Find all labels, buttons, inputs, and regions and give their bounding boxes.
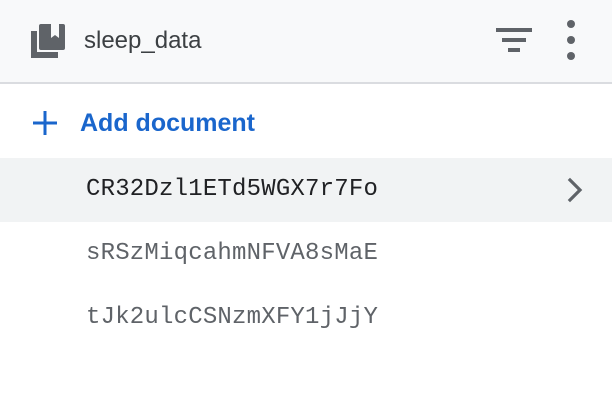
collection-icon — [31, 24, 65, 58]
document-id: CR32Dzl1ETd5WGX7r7Fo — [86, 176, 379, 203]
add-document-label: Add document — [80, 109, 255, 137]
filter-button[interactable] — [492, 20, 536, 60]
more-options-button[interactable] — [556, 18, 586, 62]
collection-panel: sleep_data Add document CR32Dzl1ETd5WGX7… — [0, 0, 612, 408]
document-list: CR32Dzl1ETd5WGX7r7Fo sRSzMiqcahmNFVA8sMa… — [0, 158, 612, 350]
add-document-button[interactable]: Add document — [0, 96, 612, 150]
more-vert-icon — [567, 20, 575, 60]
filter-icon — [496, 28, 532, 52]
collection-header: sleep_data — [0, 0, 612, 84]
plus-icon — [33, 111, 57, 135]
document-id: sRSzMiqcahmNFVA8sMaE — [86, 240, 379, 267]
document-row-selected[interactable]: CR32Dzl1ETd5WGX7r7Fo — [0, 158, 612, 222]
document-row[interactable]: tJk2ulcCSNzmXFY1jJjY — [0, 286, 612, 350]
collection-title: sleep_data — [84, 27, 202, 54]
document-row[interactable]: sRSzMiqcahmNFVA8sMaE — [0, 222, 612, 286]
chevron-right-icon — [567, 177, 583, 203]
document-id: tJk2ulcCSNzmXFY1jJjY — [86, 304, 379, 331]
